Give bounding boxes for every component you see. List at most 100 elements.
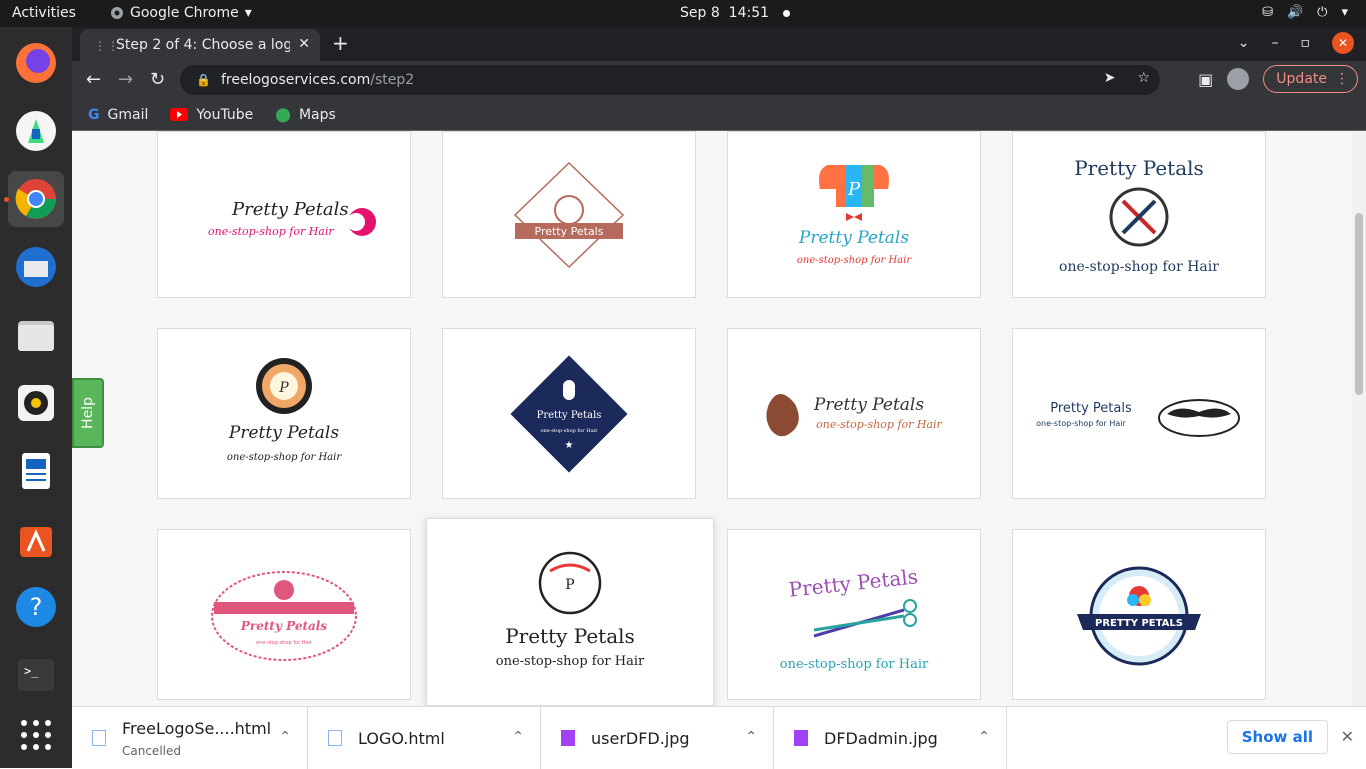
network-icon: ⛁ xyxy=(1262,5,1273,20)
system-tray[interactable]: ⛁ 🔊 ⏻ ▾ xyxy=(1262,5,1348,20)
volume-icon: 🔊 xyxy=(1286,5,1304,20)
writer-icon[interactable] xyxy=(8,443,64,499)
bookmark-maps[interactable]: ⬤ Maps xyxy=(275,107,336,123)
android-studio-icon[interactable] xyxy=(8,103,64,159)
address-bar[interactable]: 🔒 freelogoservices.com/step2 ➤ ☆ xyxy=(180,65,1160,95)
logo-preview: Pretty Petals xyxy=(513,161,625,268)
logo-card[interactable]: Pretty Petals one-stop-shop for Hair ★ xyxy=(442,328,696,499)
window-controls: ⌄ – ▫ ✕ xyxy=(1238,32,1354,54)
back-icon[interactable]: ← xyxy=(86,69,101,90)
logo-tagline: one-stop-shop for Hair xyxy=(256,640,313,646)
bookmark-youtube[interactable]: YouTube xyxy=(170,107,253,123)
svg-text:?: ? xyxy=(30,593,43,621)
logo-preview: Pretty Petals one-stop-shop for Hair xyxy=(208,199,376,238)
chrome-icon[interactable] xyxy=(4,171,64,227)
logo-name: Pretty Petals xyxy=(788,564,919,601)
bookmark-star-icon[interactable]: ☆ xyxy=(1137,70,1150,86)
lock-icon: 🔒 xyxy=(196,73,211,87)
files-icon[interactable] xyxy=(8,307,64,363)
logo-name: Pretty Petals xyxy=(1074,156,1204,180)
side-panel-icon[interactable]: ▣ xyxy=(1198,70,1213,89)
logo-preview: PRETTY PETALS xyxy=(1077,566,1201,665)
svg-text:P: P xyxy=(847,179,861,200)
logo-tagline: one-stop-shop for Hair xyxy=(1036,419,1126,428)
logo-name: Pretty Petals xyxy=(535,225,604,238)
logo-card[interactable]: Pretty Petals xyxy=(442,131,696,298)
google-icon: G xyxy=(88,106,100,123)
logo-card[interactable]: Pretty Petals one-stop-shop for Hair xyxy=(1012,131,1266,298)
new-tab-button[interactable]: + xyxy=(332,31,349,55)
logo-name: Pretty Petals xyxy=(537,410,602,421)
chevron-up-icon[interactable]: ⌃ xyxy=(745,729,757,745)
tab-active[interactable]: ⋮⋮ Step 2 of 4: Choose a logo ✕ xyxy=(80,29,320,61)
page-content: Pretty Petals one-stop-shop for Hair Pre… xyxy=(72,131,1366,706)
grip-icon: ⋮⋮ xyxy=(94,39,120,53)
logo-tagline: one-stop-shop for Hair xyxy=(816,418,942,431)
logo-name: Pretty Petals xyxy=(813,395,924,415)
logo-preview: Pretty Petals one-stop-shop for Hair xyxy=(780,564,929,672)
close-window-button[interactable]: ✕ xyxy=(1332,32,1354,54)
logo-card[interactable]: Pretty Petals one-stop-shop for Hair xyxy=(157,131,411,298)
html-file-icon xyxy=(328,730,342,746)
close-icon[interactable]: ✕ xyxy=(298,36,310,52)
time: 14:51 xyxy=(728,5,770,21)
url-path: /step2 xyxy=(370,72,415,88)
chevron-down-icon[interactable]: ⌄ xyxy=(1238,35,1250,51)
help-tab[interactable]: Help xyxy=(72,378,104,448)
dock: ? >_ xyxy=(0,27,72,768)
close-icon[interactable]: ✕ xyxy=(1341,727,1354,746)
svg-text:★: ★ xyxy=(565,440,574,451)
logo-card[interactable]: P Pretty Petals one-stop-shop for Hair xyxy=(727,131,981,298)
thunderbird-icon[interactable] xyxy=(8,239,64,295)
logo-card[interactable]: Pretty Petals one-stop-shop for Hair xyxy=(727,328,981,499)
chevron-up-icon[interactable]: ⌃ xyxy=(279,729,291,745)
download-item[interactable]: FreeLogoSe....html Cancelled ⌃ xyxy=(72,707,308,769)
firefox-icon[interactable] xyxy=(8,35,64,91)
logo-card-hovered[interactable]: P Pretty Petals one-stop-shop for Hair xyxy=(426,518,714,706)
logo-card[interactable]: PRETTY PETALS xyxy=(1012,529,1266,700)
scrollbar-thumb[interactable] xyxy=(1355,213,1363,395)
svg-text:P: P xyxy=(565,577,574,593)
download-item[interactable]: DFDadmin.jpg ⌃ xyxy=(774,707,1007,769)
bookmark-gmail[interactable]: G Gmail xyxy=(88,107,148,123)
download-item[interactable]: LOGO.html ⌃ xyxy=(308,707,541,769)
chevron-up-icon[interactable]: ⌃ xyxy=(978,729,990,745)
app-name: Google Chrome xyxy=(130,5,239,21)
send-icon[interactable]: ➤ xyxy=(1104,70,1116,86)
logo-card[interactable]: P Pretty Petals one-stop-shop for Hair xyxy=(157,328,411,499)
forward-icon[interactable]: → xyxy=(118,69,133,90)
reload-icon[interactable]: ↻ xyxy=(150,69,165,90)
logo-card[interactable]: Pretty Petals one-stop-shop for Hair xyxy=(157,529,411,700)
chevron-up-icon[interactable]: ⌃ xyxy=(512,729,524,745)
terminal-icon[interactable]: >_ xyxy=(8,647,64,703)
logo-preview: Pretty Petals one-stop-shop for Hair xyxy=(1059,156,1219,275)
logo-name: Pretty Petals xyxy=(505,624,635,648)
chevron-down-icon: ▾ xyxy=(244,5,252,21)
app-menu[interactable]: Google Chrome ▾ xyxy=(110,5,252,21)
show-all-button[interactable]: Show all xyxy=(1226,720,1328,754)
logo-preview: Pretty Petals one-stop-shop for Hair xyxy=(766,393,943,436)
download-name: userDFD.jpg xyxy=(591,728,690,748)
rhythmbox-icon[interactable] xyxy=(8,375,64,431)
download-item[interactable]: userDFD.jpg ⌃ xyxy=(541,707,774,769)
minimize-icon[interactable]: – xyxy=(1272,35,1279,51)
help-icon[interactable]: ? xyxy=(8,579,64,635)
youtube-icon xyxy=(170,108,189,121)
system-top-bar: Activities Google Chrome ▾ Sep 8 14:51 ⛁… xyxy=(0,0,1366,27)
logo-card[interactable]: Pretty Petals one-stop-shop for Hair xyxy=(1012,328,1266,499)
update-button[interactable]: Update ⋮ xyxy=(1263,65,1358,93)
software-store-icon[interactable] xyxy=(8,511,64,567)
activities-button[interactable]: Activities xyxy=(12,5,76,21)
html-file-icon xyxy=(92,730,106,746)
maximize-icon[interactable]: ▫ xyxy=(1301,35,1311,51)
download-status: Cancelled xyxy=(122,743,181,758)
logo-card[interactable]: Pretty Petals one-stop-shop for Hair xyxy=(727,529,981,700)
scrollbar[interactable] xyxy=(1352,131,1366,706)
app-grid-icon[interactable] xyxy=(8,707,64,763)
logo-tagline: one-stop-shop for Hair xyxy=(540,428,598,434)
logo-tagline: one-stop-shop for Hair xyxy=(227,452,342,463)
toolbar-right: ▣ Update ⋮ xyxy=(1198,65,1358,93)
clock[interactable]: Sep 8 14:51 xyxy=(680,5,791,21)
profile-avatar[interactable] xyxy=(1227,68,1250,90)
logo-name: PRETTY PETALS xyxy=(1095,618,1183,629)
